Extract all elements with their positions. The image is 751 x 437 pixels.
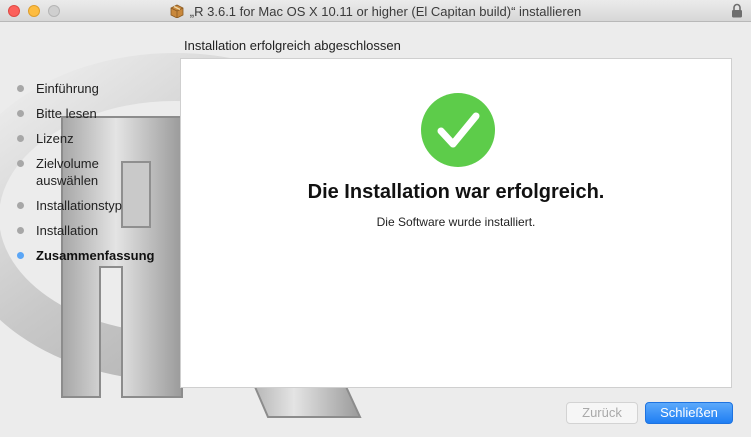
package-icon bbox=[170, 4, 184, 18]
title-bar: „R 3.6.1 for Mac OS X 10.11 or higher (E… bbox=[0, 0, 751, 22]
close-button[interactable]: Schließen bbox=[645, 402, 733, 424]
window-title-wrap: „R 3.6.1 for Mac OS X 10.11 or higher (E… bbox=[0, 0, 751, 22]
window-title: „R 3.6.1 for Mac OS X 10.11 or higher (E… bbox=[189, 3, 582, 19]
step-label: Bitte lesen bbox=[36, 106, 97, 121]
step-label: Einführung bbox=[36, 81, 99, 96]
lock-icon bbox=[732, 3, 742, 18]
step-license: Lizenz bbox=[14, 130, 164, 147]
step-read-me: Bitte lesen bbox=[14, 105, 164, 122]
checkmark-icon bbox=[421, 93, 495, 167]
step-summary: Zusammenfassung bbox=[14, 247, 164, 264]
step-installation: Installation bbox=[14, 222, 164, 239]
step-destination: Zielvolume auswählen bbox=[14, 155, 164, 189]
step-dot bbox=[17, 202, 24, 209]
step-dot bbox=[17, 227, 24, 234]
step-label: Installation bbox=[36, 223, 99, 238]
back-button[interactable]: Zurück bbox=[566, 402, 638, 424]
success-message: Die Software wurde installiert. bbox=[376, 215, 536, 229]
success-headline: Die Installation war erfolgreich. bbox=[307, 181, 605, 203]
step-dot bbox=[17, 85, 24, 92]
installer-steps: Einführung Bitte lesen Lizenz Zielvolume… bbox=[14, 80, 164, 272]
step-dot bbox=[17, 135, 24, 142]
section-title: Installation erfolgreich abgeschlossen bbox=[184, 38, 401, 53]
step-dot bbox=[17, 110, 24, 117]
step-label: Installationstyp bbox=[36, 198, 122, 213]
step-label: Lizenz bbox=[36, 131, 74, 146]
step-label: Zielvolume auswählen bbox=[36, 156, 99, 188]
step-dot bbox=[17, 160, 24, 167]
step-installation-type: Installationstyp bbox=[14, 197, 164, 214]
step-dot-active bbox=[17, 252, 24, 259]
step-label: Zusammenfassung bbox=[36, 248, 155, 263]
step-introduction: Einführung bbox=[14, 80, 164, 97]
content-panel: Die Installation war erfolgreich. Die So… bbox=[180, 58, 732, 388]
